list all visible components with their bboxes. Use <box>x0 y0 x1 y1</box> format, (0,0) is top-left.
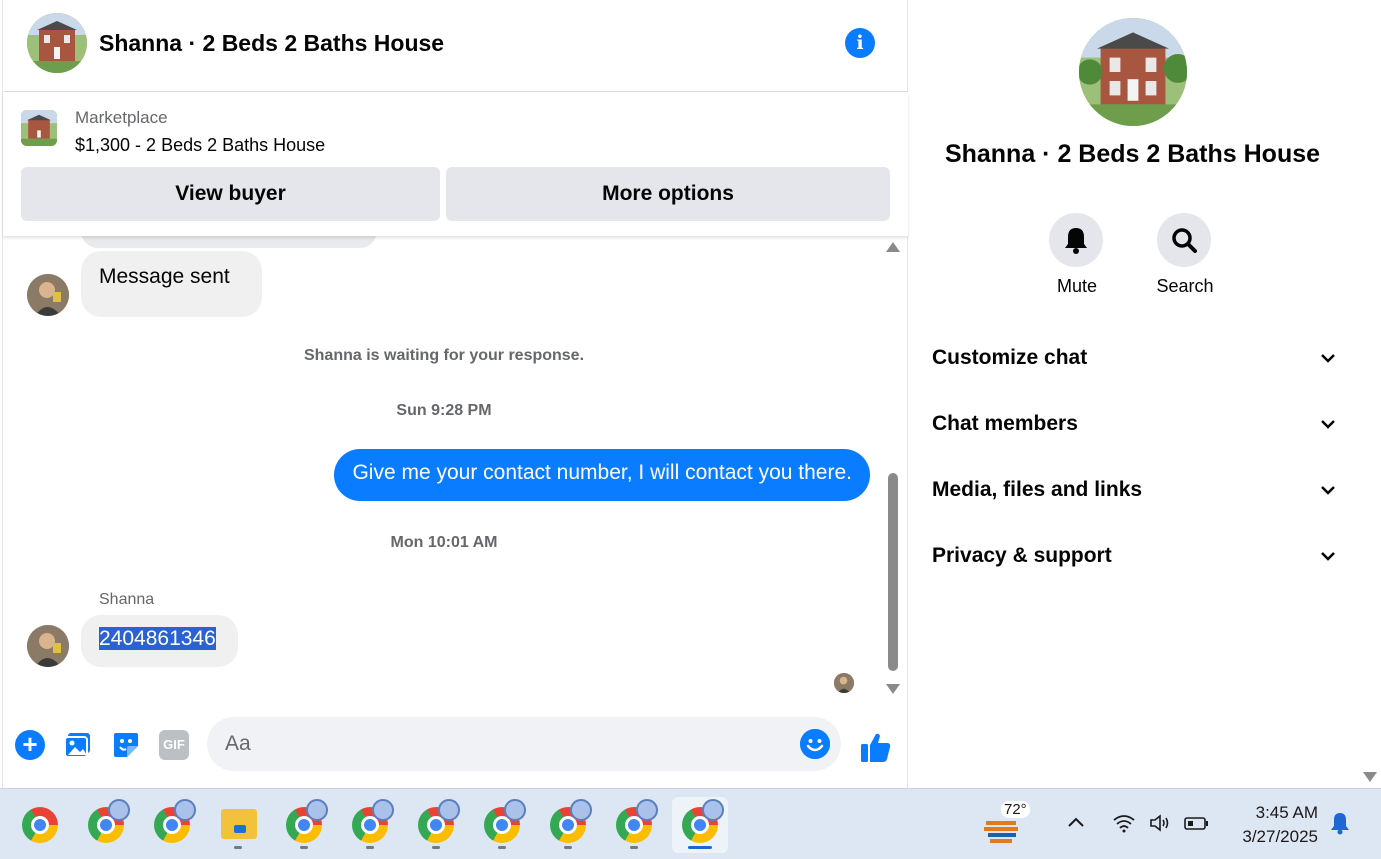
chrome-profile-icon[interactable] <box>144 797 200 853</box>
emoji-icon[interactable] <box>800 729 830 759</box>
page-scroll-down-icon[interactable] <box>1363 772 1377 782</box>
chrome-profile-icon-active[interactable] <box>672 797 728 853</box>
listing-avatar-large[interactable] <box>1079 18 1187 126</box>
message-scrollbar[interactable] <box>885 242 901 694</box>
search-button[interactable] <box>1157 213 1211 267</box>
scrollbar-thumb[interactable] <box>888 473 898 671</box>
listing-thumbnail[interactable] <box>21 110 57 146</box>
weather-temperature[interactable]: 72° <box>1001 801 1030 818</box>
search-label[interactable]: Search <box>1145 276 1225 297</box>
chrome-profile-icon[interactable] <box>408 797 464 853</box>
chrome-profile-icon[interactable] <box>606 797 662 853</box>
chevron-down-icon <box>1321 552 1335 561</box>
bell-icon <box>1065 228 1087 254</box>
thumbs-up-icon[interactable] <box>859 730 891 762</box>
info-title: Shanna · 2 Beds 2 Baths House <box>944 140 1321 168</box>
clock-time: 3:45 AM <box>1255 803 1318 822</box>
listing-title[interactable]: $1,300 - 2 Beds 2 Baths House <box>75 135 325 156</box>
section-media-files-links[interactable]: Media, files and links <box>932 470 1336 510</box>
marketplace-card: Marketplace $1,300 - 2 Beds 2 Baths Hous… <box>3 92 908 236</box>
previous-message-bubble <box>81 236 377 248</box>
chat-title[interactable]: Shanna · 2 Beds 2 Baths House <box>99 30 444 57</box>
message-bubble[interactable]: Message sent <box>81 251 262 317</box>
chevron-up-icon[interactable] <box>1066 813 1086 839</box>
timestamp: Mon 10:01 AM <box>390 534 498 551</box>
section-customize-chat[interactable]: Customize chat <box>932 338 1336 378</box>
chrome-icon[interactable] <box>12 797 68 853</box>
chevron-down-icon <box>1321 420 1335 429</box>
chrome-profile-icon[interactable] <box>540 797 596 853</box>
clock-date: 3/27/2025 <box>1242 827 1318 846</box>
search-icon <box>1172 228 1197 253</box>
mute-label[interactable]: Mute <box>1037 276 1117 297</box>
sticker-icon[interactable] <box>111 730 141 760</box>
message-list[interactable]: Message sent Shanna is waiting for your … <box>3 236 908 706</box>
mute-button[interactable] <box>1049 213 1103 267</box>
messenger-app: Shanna · 2 Beds 2 Baths House i Marketpl… <box>0 0 1381 788</box>
view-buyer-button[interactable]: View buyer <box>21 167 440 221</box>
waiting-notice: Shanna is waiting for your response. <box>303 347 585 364</box>
conversation-info-panel: Shanna · 2 Beds 2 Baths House Mute Searc… <box>908 0 1381 788</box>
sender-name: Shanna <box>99 591 155 608</box>
gif-icon[interactable]: GIF <box>159 730 189 760</box>
chevron-down-icon <box>1321 354 1335 363</box>
battery-icon[interactable] <box>1184 813 1210 839</box>
wifi-icon[interactable] <box>1112 813 1136 839</box>
scroll-up-arrow-icon[interactable] <box>886 242 900 252</box>
section-chat-members[interactable]: Chat members <box>932 404 1336 444</box>
read-receipt-avatar <box>834 673 854 693</box>
plus-icon[interactable]: + <box>15 730 45 760</box>
chrome-profile-icon[interactable] <box>276 797 332 853</box>
marketplace-label: Marketplace <box>75 108 168 127</box>
sender-avatar[interactable] <box>27 625 69 667</box>
volume-icon[interactable] <box>1148 813 1172 839</box>
composer: + GIF <box>3 706 908 788</box>
message-input[interactable] <box>207 717 841 771</box>
notification-bell-icon[interactable] <box>1329 811 1351 841</box>
listing-avatar[interactable] <box>27 13 87 73</box>
more-options-button[interactable]: More options <box>446 167 890 221</box>
timestamp: Sun 9:28 PM <box>396 402 492 419</box>
system-clock[interactable]: 3:45 AM 3/27/2025 <box>1226 801 1318 849</box>
section-privacy-support[interactable]: Privacy & support <box>932 536 1336 576</box>
chat-panel: Shanna · 2 Beds 2 Baths House i Marketpl… <box>2 0 908 788</box>
chat-header: Shanna · 2 Beds 2 Baths House i <box>3 0 908 92</box>
incoming-message-bubble[interactable]: 2404861346 <box>81 615 238 667</box>
file-explorer-icon[interactable] <box>210 797 266 853</box>
photo-icon[interactable] <box>63 730 93 760</box>
selected-phone-number[interactable]: 2404861346 <box>99 627 216 650</box>
sender-avatar[interactable] <box>27 274 69 316</box>
chrome-profile-icon[interactable] <box>78 797 134 853</box>
chrome-profile-icon[interactable] <box>474 797 530 853</box>
outgoing-message-bubble[interactable]: Give me your contact number, I will cont… <box>334 449 870 501</box>
chevron-down-icon <box>1321 486 1335 495</box>
scroll-down-arrow-icon[interactable] <box>886 684 900 694</box>
taskbar: 72° 3:45 AM 3/27/2025 <box>0 788 1381 859</box>
chrome-profile-icon[interactable] <box>342 797 398 853</box>
info-icon[interactable]: i <box>845 28 875 58</box>
